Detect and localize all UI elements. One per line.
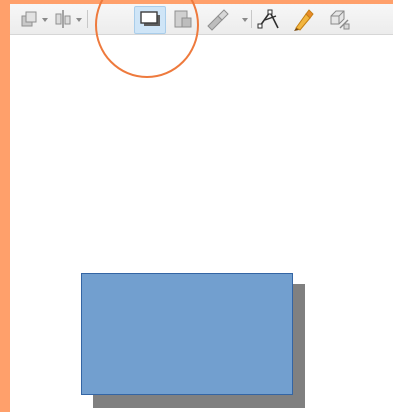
glue-points-icon [294,9,314,31]
rectangle-shape[interactable] [81,273,293,395]
transformations-button[interactable] [204,6,230,32]
align-button[interactable] [52,6,74,32]
bring-forward-icon [21,11,37,27]
bring-forward-button[interactable] [18,6,40,32]
toolbar-separator [251,10,252,28]
window-frame-left [0,0,10,412]
chevron-down-icon[interactable] [76,18,82,22]
chevron-down-icon[interactable] [42,18,48,22]
points-icon [257,9,279,29]
transformations-icon [207,9,229,31]
align-icon [55,10,71,28]
extrusion-icon [330,10,350,30]
points-button[interactable] [256,6,282,32]
toolbar-separator [87,10,88,28]
glue-points-button[interactable] [290,6,316,32]
chevron-down-icon[interactable] [242,18,248,22]
drawing-canvas[interactable] [10,35,393,412]
toggle-extrusion-button[interactable] [326,6,352,32]
drawing-toolbar [10,4,393,35]
